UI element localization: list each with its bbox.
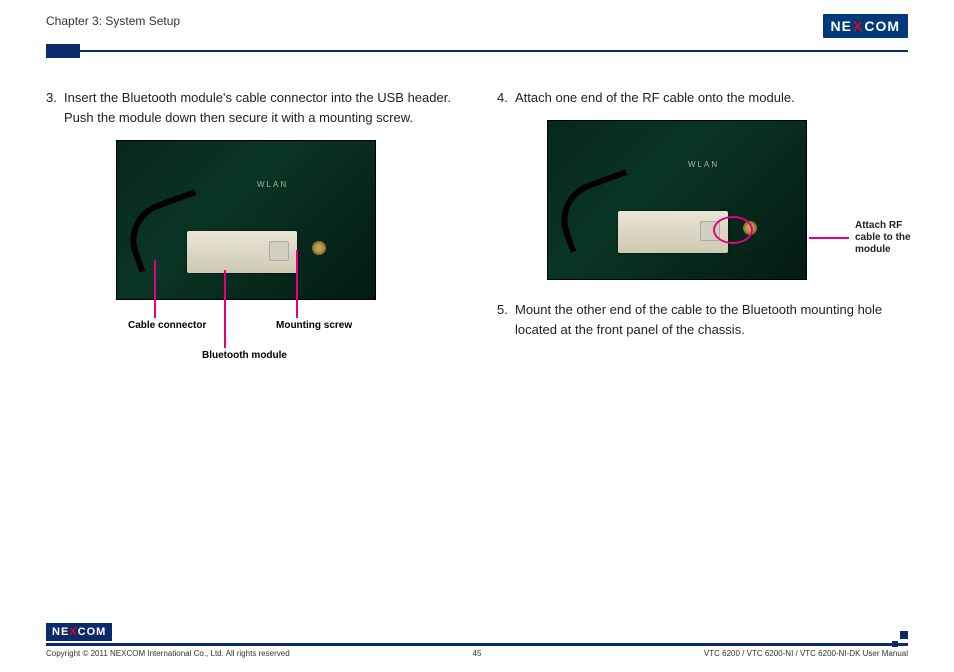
figure-step3: Cable connector Bluetooth module Mountin… xyxy=(116,140,457,370)
circuit-board-image xyxy=(547,120,807,280)
nexcom-logo: NEXCOM xyxy=(823,14,908,38)
step-number: 3. xyxy=(46,88,64,128)
step-number: 4. xyxy=(497,88,515,108)
callout-line-cable xyxy=(154,260,156,318)
footer-copyright: Copyright © 2011 NEXCOM International Co… xyxy=(46,649,290,658)
figure-step4: Attach RF cable to the module xyxy=(547,120,908,280)
step-3: 3. Insert the Bluetooth module's cable c… xyxy=(46,88,457,128)
screw-graphic xyxy=(312,241,326,255)
step-text: Mount the other end of the cable to the … xyxy=(515,300,908,340)
page-header: Chapter 3: System Setup NEXCOM xyxy=(0,0,954,38)
footer-text-row: Copyright © 2011 NEXCOM International Co… xyxy=(46,649,908,658)
left-column: 3. Insert the Bluetooth module's cable c… xyxy=(46,88,457,380)
header-rule-block xyxy=(46,44,80,58)
annotation-rf-cable: Attach RF cable to the module xyxy=(809,220,925,256)
footer-rule xyxy=(46,643,908,646)
footer-doc-title: VTC 6200 / VTC 6200-NI / VTC 6200-NI-DK … xyxy=(704,649,908,658)
step-text: Attach one end of the RF cable onto the … xyxy=(515,88,908,108)
rf-highlight-circle xyxy=(713,216,753,244)
step-number: 5. xyxy=(497,300,515,340)
header-rule-line xyxy=(80,50,908,52)
content-area: 3. Insert the Bluetooth module's cable c… xyxy=(0,58,954,380)
step-5: 5. Mount the other end of the cable to t… xyxy=(497,300,908,340)
callout-label-screw: Mounting screw xyxy=(276,320,352,332)
right-column: 4. Attach one end of the RF cable onto t… xyxy=(497,88,908,380)
callouts-step3: Cable connector Bluetooth module Mountin… xyxy=(116,300,457,370)
annotation-text: Attach RF cable to the module xyxy=(855,220,925,256)
footer-page-number: 45 xyxy=(473,649,482,658)
header-rule xyxy=(46,44,908,58)
page-footer: NEXCOM Copyright © 2011 NEXCOM Internati… xyxy=(46,643,908,658)
footer-logo: NEXCOM xyxy=(46,623,112,641)
chapter-title: Chapter 3: System Setup xyxy=(46,14,180,28)
bluetooth-module-graphic xyxy=(618,211,728,253)
callout-line-screw xyxy=(296,250,298,318)
step-text: Insert the Bluetooth module's cable conn… xyxy=(64,88,457,128)
callout-line-bt xyxy=(224,270,226,348)
callout-label-cable: Cable connector xyxy=(128,320,206,332)
callout-label-bt: Bluetooth module xyxy=(202,350,287,362)
annotation-line xyxy=(809,237,849,239)
step-4: 4. Attach one end of the RF cable onto t… xyxy=(497,88,908,108)
bluetooth-module-graphic xyxy=(187,231,297,273)
